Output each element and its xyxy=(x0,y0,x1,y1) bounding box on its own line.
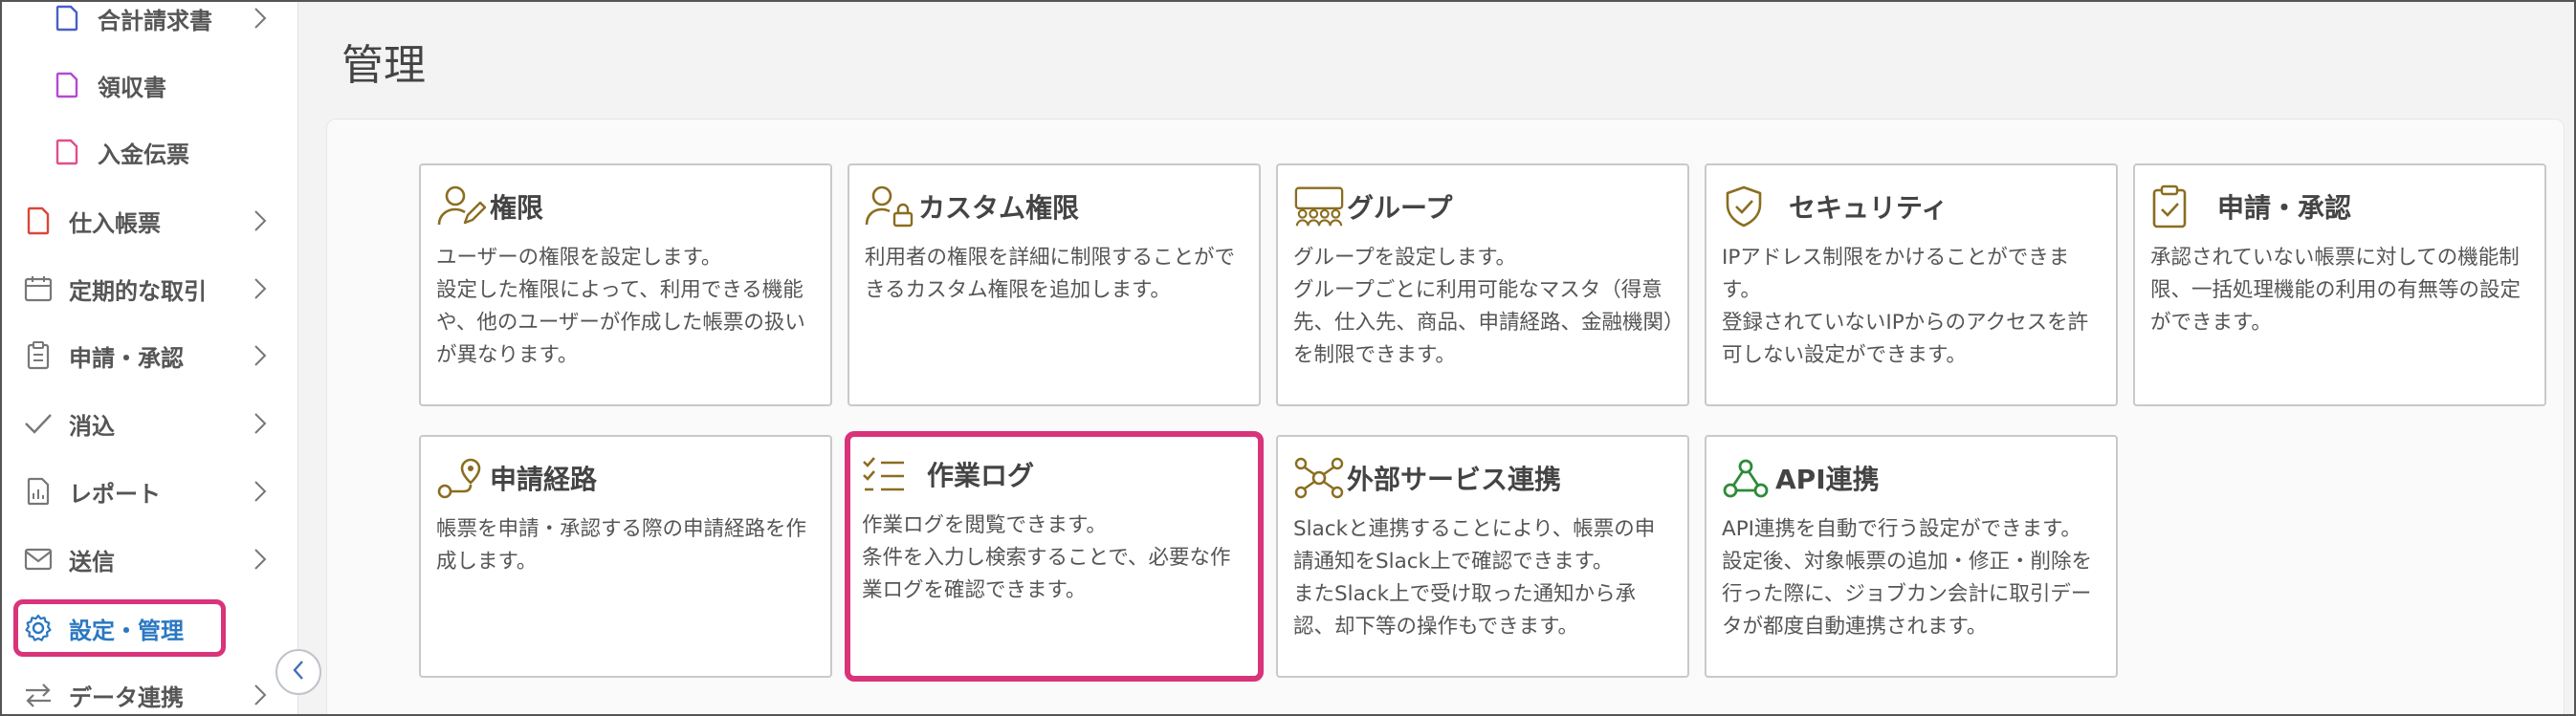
chevron-right-icon xyxy=(249,409,272,438)
sidebar-item-data-link[interactable]: データ連携 xyxy=(2,662,297,714)
document-icon xyxy=(52,137,82,167)
card-description: 帳票を申請・承認する際の申請経路を作成します。 xyxy=(436,517,807,574)
check-icon xyxy=(23,408,54,439)
card-title: API連携 xyxy=(1775,464,1880,495)
sidebar-collapse-button[interactable] xyxy=(275,649,321,695)
sidebar-item-label: 仕入帳票 xyxy=(69,209,161,237)
main-content: 管理 権限 ユーザーの権限を設定します。 設定した権限によって、利用できる機能や、… xyxy=(299,2,2574,714)
sidebar-item-reconcile[interactable]: 消込 xyxy=(2,390,297,457)
chevron-right-icon xyxy=(249,274,272,303)
document-icon xyxy=(52,3,82,33)
clipboard-check-icon xyxy=(2150,183,2202,230)
card-security[interactable]: セキュリティ IPアドレス制限をかけることができます。 登録されていないIPからの… xyxy=(1705,163,2118,406)
calendar-icon xyxy=(23,273,54,304)
card-external-services[interactable]: 外部サービス連携 Slackと連携することにより、帳票の申請通知をSlack上で… xyxy=(1276,435,1689,678)
sidebar-item-label: 入金伝票 xyxy=(98,141,189,168)
app-window: 合計請求書 領収書 入金伝票 仕入帳票 定期的な取引 申請・承認 消込 レポート… xyxy=(0,0,2576,716)
card-activity-log[interactable]: 作業ログ 作業ログを閲覧できます。 条件を入力し検索することで、必要な作業ログを確… xyxy=(845,431,1264,682)
card-description: 承認されていない帳票に対しての機能制限、一括処理機能の利用の有無等の設定ができま… xyxy=(2150,246,2521,335)
card-title: 権限 xyxy=(490,192,544,224)
card-title: 申請経路 xyxy=(490,464,598,495)
card-title: 作業ログ xyxy=(927,460,1035,491)
group-icon xyxy=(1293,183,1345,230)
card-description: API連携を自動で行う設定ができます。 設定後、対象帳票の追加・修正・削除を行った… xyxy=(1722,517,2093,639)
sidebar-item-label: 領収書 xyxy=(98,74,166,101)
sidebar: 合計請求書 領収書 入金伝票 仕入帳票 定期的な取引 申請・承認 消込 レポート… xyxy=(2,2,298,714)
card-description: 作業ログを閲覧できます。 条件を入力し検索することで、必要な作業ログを確認できます… xyxy=(862,513,1231,602)
card-description: 利用者の権限を詳細に制限することができるカスタム権限を追加します。 xyxy=(865,246,1236,302)
card-title: 申請・承認 xyxy=(2217,192,2352,224)
document-icon xyxy=(23,206,54,236)
card-description: グループを設定します。 グループごとに利用可能なマスタ（得意先、仕入先、商品、申請… xyxy=(1293,246,1674,367)
sidebar-item-purchase[interactable]: 仕入帳票 xyxy=(2,187,297,254)
sidebar-item-label: 申請・承認 xyxy=(69,344,184,372)
webhook-icon xyxy=(1722,454,1773,502)
chevron-left-icon xyxy=(292,660,305,684)
document-icon xyxy=(52,70,82,100)
sidebar-item-label: レポート xyxy=(69,480,161,508)
card-description: IPアドレス制限をかけることができます。 登録されていないIPからのアクセスを許可… xyxy=(1722,246,2089,367)
sidebar-item-approval[interactable]: 申請・承認 xyxy=(2,322,297,389)
card-approval-route[interactable]: 申請経路 帳票を申請・承認する際の申請経路を作成します。 xyxy=(419,435,832,678)
chevron-right-icon xyxy=(249,341,272,370)
user-lock-icon xyxy=(865,183,916,230)
sidebar-item-label: 合計請求書 xyxy=(98,7,212,34)
sidebar-item-label: 消込 xyxy=(69,412,115,440)
page-title: 管理 xyxy=(341,41,426,90)
shield-check-icon xyxy=(1722,183,1773,230)
sidebar-item-label: データ連携 xyxy=(69,683,184,711)
card-approval[interactable]: 申請・承認 承認されていない帳票に対しての機能制限、一括処理機能の利用の有無等の… xyxy=(2133,163,2546,406)
card-title: セキュリティ xyxy=(1789,192,1949,224)
card-custom-permissions[interactable]: カスタム権限 利用者の権限を詳細に制限することができるカスタム権限を追加します。 xyxy=(848,163,1261,406)
mail-icon xyxy=(23,544,54,575)
report-icon xyxy=(23,476,54,507)
card-permissions[interactable]: 権限 ユーザーの権限を設定します。 設定した権限によって、利用できる機能や、他のユ… xyxy=(419,163,832,406)
route-icon xyxy=(436,454,488,502)
card-description: Slackと連携することにより、帳票の申請通知をSlack上で確認できます。 また… xyxy=(1293,517,1656,639)
chevron-right-icon xyxy=(249,206,272,235)
chevron-right-icon xyxy=(249,545,272,574)
card-title: カスタム権限 xyxy=(918,192,1080,224)
sidebar-item-label: 定期的な取引 xyxy=(69,277,207,305)
arrows-icon xyxy=(23,680,54,710)
sidebar-item-send[interactable]: 送信 xyxy=(2,526,297,593)
sidebar-item-total-invoice[interactable]: 合計請求書 xyxy=(2,2,297,52)
admin-panel: 権限 ユーザーの権限を設定します。 設定した権限によって、利用できる機能や、他のユ… xyxy=(326,119,2565,714)
sidebar-item-deposit-slip[interactable]: 入金伝票 xyxy=(2,119,297,185)
card-description: ユーザーの権限を設定します。 設定した権限によって、利用できる機能や、他のユーザー… xyxy=(436,246,805,367)
checklist-icon xyxy=(862,450,914,498)
user-edit-icon xyxy=(436,183,488,230)
chevron-right-icon xyxy=(249,477,272,506)
sidebar-item-receipt[interactable]: 領収書 xyxy=(2,52,297,119)
network-icon xyxy=(1293,454,1345,502)
card-api-integration[interactable]: API連携 API連携を自動で行う設定ができます。 設定後、対象帳票の追加・修正・… xyxy=(1705,435,2118,678)
highlight-box xyxy=(13,599,226,657)
card-group[interactable]: グループ グループを設定します。 グループごとに利用可能なマスタ（得意先、仕入先、… xyxy=(1276,163,1689,406)
card-title: 外部サービス連携 xyxy=(1347,464,1562,495)
card-title: グループ xyxy=(1347,192,1453,224)
sidebar-item-recurring[interactable]: 定期的な取引 xyxy=(2,255,297,322)
sidebar-item-label: 送信 xyxy=(69,548,115,575)
chevron-right-icon xyxy=(249,681,272,709)
chevron-right-icon xyxy=(249,4,272,33)
sidebar-item-report[interactable]: レポート xyxy=(2,458,297,525)
clipboard-icon xyxy=(23,340,54,371)
